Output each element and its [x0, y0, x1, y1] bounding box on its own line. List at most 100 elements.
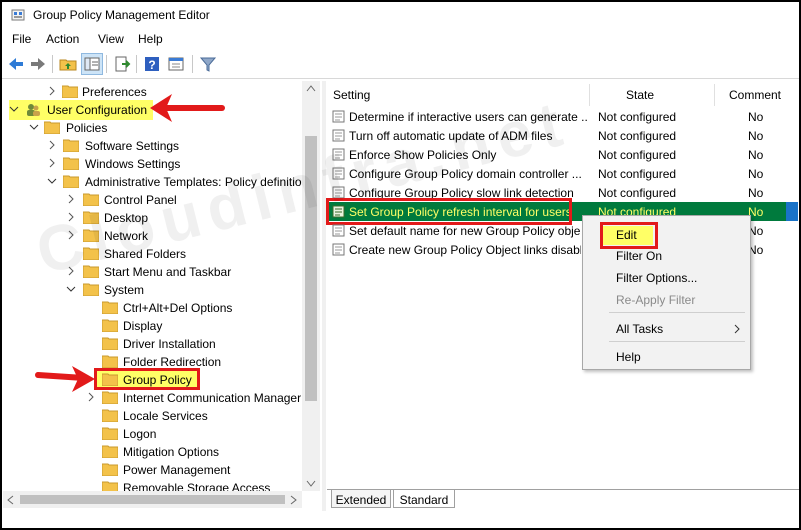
- tree-item-logon[interactable]: Logon: [3, 425, 303, 443]
- context-menu-help[interactable]: Help: [616, 350, 641, 364]
- chevron-down-icon[interactable]: [9, 104, 19, 114]
- menu-separator: [609, 312, 745, 313]
- tree-label: Folder Redirection: [123, 355, 222, 369]
- tree-item-internet-communication-manager[interactable]: Internet Communication Manager: [3, 389, 303, 407]
- menu-separator: [609, 341, 745, 342]
- tab-standard[interactable]: Standard: [393, 490, 455, 508]
- chevron-down-icon[interactable]: [66, 284, 76, 294]
- menu-file[interactable]: File: [12, 32, 31, 46]
- forward-icon[interactable]: [28, 54, 48, 74]
- tree-item-power-management[interactable]: Power Management: [3, 461, 303, 479]
- tab-extended[interactable]: Extended: [331, 490, 391, 508]
- tree-item-preferences[interactable]: Preferences: [3, 83, 303, 101]
- folder-icon: [83, 283, 99, 296]
- back-icon[interactable]: [6, 54, 26, 74]
- chevron-down-icon[interactable]: [47, 176, 57, 186]
- policy-setting-icon: [332, 110, 345, 123]
- context-menu-filter-options[interactable]: Filter Options...: [616, 271, 697, 285]
- tree-item-locale-services[interactable]: Locale Services: [3, 407, 303, 425]
- folder-icon: [63, 157, 79, 170]
- setting-state: Not configured: [598, 148, 677, 162]
- tree-label: Ctrl+Alt+Del Options: [123, 301, 233, 315]
- tree-item-user-configuration[interactable]: User Configuration: [3, 101, 303, 119]
- scroll-right-icon[interactable]: [290, 495, 298, 505]
- tree-item-mitigation-options[interactable]: Mitigation Options: [3, 443, 303, 461]
- column-divider[interactable]: [714, 84, 715, 106]
- chevron-right-icon[interactable]: [47, 86, 57, 96]
- tree-label: System: [104, 283, 145, 297]
- svg-text:?: ?: [148, 58, 155, 72]
- toolbar-separator: [136, 55, 137, 73]
- chevron-right-icon[interactable]: [47, 158, 57, 168]
- scroll-up-icon[interactable]: [306, 84, 316, 92]
- folder-icon: [102, 301, 118, 314]
- folder-icon: [63, 139, 79, 152]
- column-header-setting[interactable]: Setting: [333, 84, 370, 106]
- users-icon: [27, 104, 40, 116]
- up-folder-icon[interactable]: [58, 54, 78, 74]
- tree-label: Internet Communication Manager: [123, 391, 302, 405]
- menu-action[interactable]: Action: [46, 32, 79, 46]
- setting-comment: No: [748, 167, 764, 181]
- properties-icon[interactable]: [166, 54, 186, 74]
- toolbar-separator: [192, 55, 193, 73]
- tree-item-display[interactable]: Display: [3, 317, 303, 335]
- submenu-arrow-icon: [734, 324, 740, 334]
- tab-standard-label: Standard: [399, 493, 449, 507]
- tree-label: Software Settings: [85, 139, 180, 153]
- toolbar-separator: [106, 55, 107, 73]
- tree-label: User Configuration: [47, 103, 148, 117]
- chevron-right-icon[interactable]: [66, 194, 76, 204]
- tree-item-driver-installation[interactable]: Driver Installation: [3, 335, 303, 353]
- folder-icon: [102, 337, 118, 350]
- setting-state: Not configured: [598, 186, 677, 200]
- chevron-right-icon[interactable]: [86, 392, 96, 402]
- filter-icon[interactable]: [198, 54, 218, 74]
- scroll-left-icon[interactable]: [6, 495, 14, 505]
- show-hide-tree-icon[interactable]: [81, 53, 103, 75]
- selected-row-edge: [786, 202, 798, 221]
- chevron-down-icon[interactable]: [29, 122, 39, 132]
- menu-view[interactable]: View: [98, 32, 124, 46]
- tree-label: Display: [123, 319, 163, 333]
- toolbar-separator: [52, 55, 53, 73]
- scroll-down-icon[interactable]: [306, 480, 316, 488]
- folder-icon: [102, 409, 118, 422]
- setting-name: Set default name for new Group Policy ob…: [349, 224, 581, 238]
- column-divider[interactable]: [589, 84, 590, 106]
- policy-setting-icon: [332, 224, 345, 237]
- context-menu-all-tasks[interactable]: All Tasks: [616, 322, 663, 336]
- window-title: Group Policy Management Editor: [33, 8, 210, 22]
- tree-label: Policies: [66, 121, 108, 135]
- setting-state: Not configured: [598, 110, 677, 124]
- tree-item-policies[interactable]: Policies: [3, 119, 303, 137]
- menu-help[interactable]: Help: [138, 32, 163, 46]
- tree-label: Logon: [123, 427, 157, 441]
- tree-label: Power Management: [123, 463, 231, 477]
- column-header-state[interactable]: State: [626, 84, 654, 106]
- tree-item-software-settings[interactable]: Software Settings: [3, 137, 303, 155]
- setting-comment: No: [748, 148, 764, 162]
- console-tree[interactable]: Preferences User Configuration Policies …: [3, 81, 320, 511]
- chevron-right-icon[interactable]: [47, 140, 57, 150]
- tree-item-ctrl-alt-del-options[interactable]: Ctrl+Alt+Del Options: [3, 299, 303, 317]
- toolbar: ?: [2, 51, 799, 79]
- menu-bar: File Action View Help: [2, 30, 799, 50]
- export-list-icon[interactable]: [112, 54, 132, 74]
- folder-icon: [102, 391, 118, 404]
- tab-extended-label: Extended: [335, 493, 387, 507]
- column-header-comment[interactable]: Comment: [729, 84, 781, 106]
- help-icon[interactable]: ?: [142, 54, 162, 74]
- group-policy-app-icon: [11, 9, 25, 21]
- title-bar: Group Policy Management Editor: [2, 2, 799, 28]
- tree-label: Driver Installation: [123, 337, 216, 351]
- context-menu-reapply-filter: Re-Apply Filter: [616, 293, 696, 307]
- context-menu: Edit Filter On Filter Options... Re-Appl…: [582, 215, 751, 370]
- tree-horizontal-scroll-thumb[interactable]: [20, 495, 285, 504]
- context-menu-filter-on[interactable]: Filter On: [616, 249, 662, 263]
- folder-icon: [102, 319, 118, 332]
- folder-icon: [62, 85, 78, 98]
- tree-label: Windows Settings: [85, 157, 181, 171]
- edit-annotation-box: [600, 222, 658, 249]
- tree-label: Preferences: [82, 85, 147, 99]
